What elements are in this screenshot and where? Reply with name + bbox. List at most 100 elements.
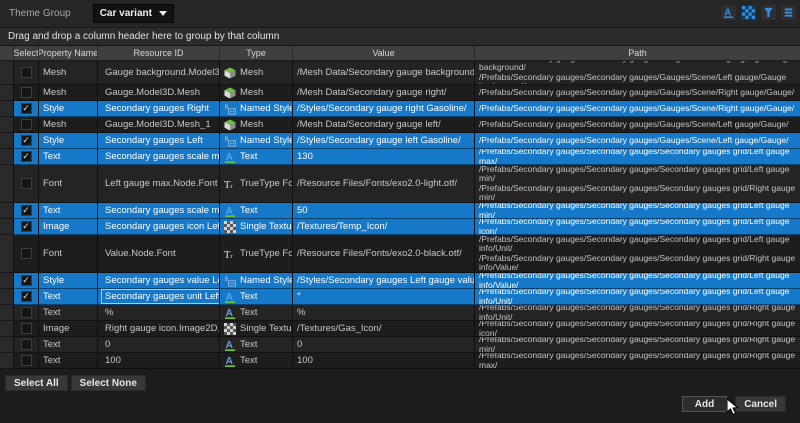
table-row[interactable]: Text 0 A Text 0 /Prefabs/Secondary gauge… [0, 337, 800, 353]
table-row[interactable]: Style Secondary gauges Left S Named Styl… [0, 133, 800, 149]
value-cell: % [293, 305, 475, 321]
row-checkbox[interactable] [21, 103, 32, 114]
row-checkbox[interactable] [21, 135, 32, 146]
row-checkbox[interactable] [21, 307, 32, 318]
select-all-button[interactable]: Select All [5, 375, 68, 391]
resource-id-cell[interactable]: % [98, 305, 220, 321]
value-cell: /Styles/Secondary gauges Left gauge valu… [293, 273, 475, 289]
row-checkbox[interactable] [21, 87, 32, 98]
select-cell [14, 273, 39, 289]
column-header-path[interactable]: Path [475, 46, 800, 61]
row-checkbox[interactable] [21, 221, 32, 232]
property-name-cell: Text [39, 337, 98, 353]
table-row[interactable]: Mesh Gauge background.Model3D.Mesh Mesh … [0, 61, 800, 85]
resource-id-cell[interactable]: Right gauge icon.Image2D.Image [98, 321, 220, 337]
resource-id-cell[interactable]: Secondary gauges scale max Left [98, 149, 220, 165]
select-cell [14, 289, 39, 305]
row-checkbox[interactable] [21, 248, 32, 259]
path-cell: /Prefabs/Secondary gauges/Secondary gaug… [475, 353, 800, 369]
property-name-cell: Style [39, 133, 98, 149]
row-checkbox[interactable] [21, 205, 32, 216]
column-header-value[interactable]: Value [293, 46, 475, 61]
add-button[interactable]: Add [682, 396, 727, 412]
resource-id-cell[interactable]: Secondary gauges Right [98, 101, 220, 117]
row-checkbox[interactable] [21, 291, 32, 302]
resource-id-cell[interactable]: Left gauge max.Node.Font [98, 165, 220, 203]
select-none-button[interactable]: Select None [71, 375, 146, 391]
texture-theme-icon-button[interactable] [740, 4, 757, 21]
select-cell [14, 203, 39, 219]
filter-icon [762, 6, 775, 19]
row-checkbox[interactable] [21, 151, 32, 162]
table-row[interactable]: Font Left gauge max.Node.Font Tr TrueTyp… [0, 165, 800, 203]
table-row[interactable]: Image Secondary gauges icon Left Single … [0, 219, 800, 235]
mesh-icon [224, 119, 236, 131]
path-cell: /Prefabs/Secondary gauges/Secondary gaug… [475, 235, 800, 273]
table-row[interactable]: Text Secondary gauges unit Left A Text °… [0, 289, 800, 305]
table-row[interactable]: Style Secondary gauges value Left S Name… [0, 273, 800, 289]
property-name-cell: Mesh [39, 117, 98, 133]
table-row[interactable]: Text 100 A Text 100 /Prefabs/Secondary g… [0, 353, 800, 369]
row-gutter [0, 353, 14, 369]
group-by-bar[interactable]: Drag and drop a column header here to gr… [0, 28, 800, 46]
row-checkbox[interactable] [21, 178, 32, 189]
cancel-button[interactable]: Cancel [735, 396, 786, 412]
row-checkbox[interactable] [21, 275, 32, 286]
type-label: Mesh [240, 87, 263, 98]
table-row[interactable]: Text Secondary gauges scale min Left A T… [0, 203, 800, 219]
type-label: Text [240, 291, 257, 302]
table-row[interactable]: Style Secondary gauges Right S Named Sty… [0, 101, 800, 117]
resource-id-cell[interactable]: Value.Node.Font [98, 235, 220, 273]
named-style-icon: S [224, 275, 236, 287]
svg-text:r: r [230, 252, 233, 259]
row-checkbox[interactable] [21, 67, 32, 78]
resource-id-cell[interactable]: 0 [98, 337, 220, 353]
footer-right: Add Cancel [682, 396, 786, 412]
resource-id-cell[interactable]: 100 [98, 353, 220, 369]
resource-id-cell[interactable]: Secondary gauges Left [98, 133, 220, 149]
table-header: Select Property Name Resource ID Type Va… [0, 46, 800, 61]
table-row[interactable]: Image Right gauge icon.Image2D.Image Sin… [0, 321, 800, 337]
type-cell: A Text [220, 337, 293, 353]
row-checkbox[interactable] [21, 323, 32, 334]
resource-id-cell[interactable]: Gauge.Model3D.Mesh [98, 85, 220, 101]
value-cell: /Textures/Temp_Icon/ [293, 219, 475, 235]
path-cell: /Prefabs/Secondary gauges/Secondary gaug… [475, 133, 800, 149]
svg-text:S: S [225, 275, 229, 282]
resource-id-cell[interactable]: Secondary gauges value Left [98, 273, 220, 289]
property-table: Select Property Name Resource ID Type Va… [0, 46, 800, 369]
column-header-resource-id[interactable]: Resource ID [98, 46, 220, 61]
row-checkbox[interactable] [21, 339, 32, 350]
table-row[interactable]: Mesh Gauge.Model3D.Mesh_1 Mesh /Mesh Dat… [0, 117, 800, 133]
menu-icon-button[interactable] [780, 4, 797, 21]
table-row[interactable]: Text Secondary gauges scale max Left A T… [0, 149, 800, 165]
column-header-select[interactable]: Select [14, 46, 39, 61]
car-variant-dropdown[interactable]: Car variant [93, 4, 174, 23]
resource-id-cell[interactable]: Secondary gauges unit Left [98, 289, 220, 305]
value-cell: 100 [293, 353, 475, 369]
row-checkbox[interactable] [21, 355, 32, 366]
row-gutter [0, 117, 14, 133]
type-cell: S Named Style [220, 133, 293, 149]
table-row[interactable]: Mesh Gauge.Model3D.Mesh Mesh /Mesh Data/… [0, 85, 800, 101]
resource-id-cell[interactable]: Gauge.Model3D.Mesh_1 [98, 117, 220, 133]
row-checkbox[interactable] [21, 119, 32, 130]
column-header-type[interactable]: Type [220, 46, 293, 61]
resource-id-cell[interactable]: Secondary gauges scale min Left [98, 203, 220, 219]
path-cell: /Prefabs/Secondary gauges/Secondary gaug… [475, 101, 800, 117]
filter-icon-button[interactable] [760, 4, 777, 21]
chevron-down-icon [159, 11, 167, 16]
resource-id-cell[interactable]: Secondary gauges icon Left [98, 219, 220, 235]
row-gutter [0, 219, 14, 235]
select-cell [14, 353, 39, 369]
resource-id-cell[interactable]: Gauge background.Model3D.Mesh [98, 61, 220, 85]
table-row[interactable]: Text % A Text % /Prefabs/Secondary gauge… [0, 305, 800, 321]
path-cell: /Prefabs/Secondary gauges/Secondary gaug… [475, 85, 800, 101]
type-label: Named Style [240, 103, 293, 114]
column-header-property-name[interactable]: Property Name [39, 46, 98, 61]
row-gutter [0, 289, 14, 305]
font-theme-icon-button[interactable]: A [720, 4, 737, 21]
single-texture-icon [224, 323, 236, 335]
table-row[interactable]: Font Value.Node.Font Tr TrueType Font /R… [0, 235, 800, 273]
type-cell: Single Texture [220, 321, 293, 337]
